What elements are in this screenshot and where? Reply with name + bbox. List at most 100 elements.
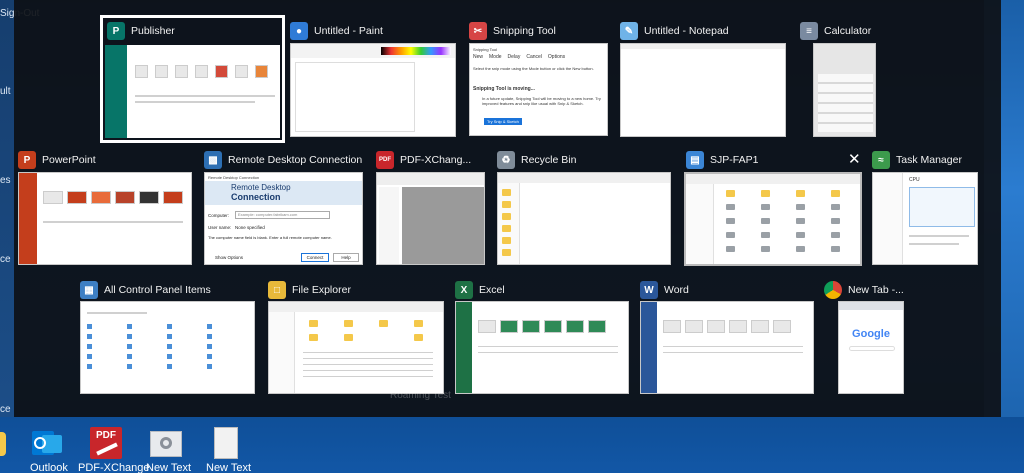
window-title-file-explorer: File Explorer <box>292 284 351 296</box>
snip-hint: Select the snip mode using the Mode butt… <box>473 66 594 71</box>
task-switcher-overlay: P Publisher ● Untitled - Paint ✂ Snippin… <box>14 0 1001 417</box>
snip-new: New <box>473 54 484 60</box>
window-publisher[interactable]: P Publisher <box>100 15 285 143</box>
notepad-icon: ✎ <box>620 22 638 40</box>
window-control-panel[interactable]: ▦ All Control Panel Items <box>78 276 263 401</box>
chrome-thumbnail: Google <box>838 301 904 394</box>
window-pdf-xchange[interactable]: PDF PDF-XChang... <box>376 146 496 271</box>
window-title-task-manager: Task Manager <box>896 154 962 166</box>
excel-thumbnail <box>455 301 629 394</box>
window-chrome-new-tab[interactable]: New Tab -... Google <box>824 276 944 401</box>
window-title-powerpoint: PowerPoint <box>42 154 96 166</box>
powerpoint-icon: P <box>18 151 36 169</box>
rdc-user-value: None specified <box>235 225 265 230</box>
new-text-label-2: New Text <box>206 462 252 473</box>
network-computer-icon: ▤ <box>686 151 704 169</box>
window-powerpoint[interactable]: P PowerPoint <box>18 146 198 271</box>
pdf-icon: PDF <box>376 151 394 169</box>
desktop-label-ce-2: ce <box>0 404 11 415</box>
task-manager-icon: ≈ <box>872 151 890 169</box>
pdf-xchange-label: PDF-XChange <box>78 462 150 473</box>
sjp-fap1-thumbnail <box>684 172 862 266</box>
snip-moving-title: Snipping Tool is moving... <box>473 86 535 92</box>
remote-desktop-icon: ▩ <box>204 151 222 169</box>
control-panel-icon: ▦ <box>80 281 98 299</box>
notepad-thumbnail <box>620 43 786 137</box>
window-task-manager[interactable]: ✕ ≈ Task Manager CPU <box>848 146 988 271</box>
window-title-recycle-bin: Recycle Bin <box>521 154 577 166</box>
outlook-label: Outlook <box>30 462 68 473</box>
window-title-notepad: Untitled - Notepad <box>644 25 729 37</box>
window-title-sjp-fap1: SJP-FAP1 <box>710 154 759 166</box>
rdc-show-options: Show Options <box>215 255 244 260</box>
window-title-pdf-xchange: PDF-XChang... <box>400 154 472 166</box>
rdc-help-button: Help <box>333 253 359 262</box>
paint-thumbnail <box>290 43 456 137</box>
pdf-xchange-thumbnail <box>376 172 485 265</box>
desktop-left-strip <box>0 0 14 420</box>
desktop-label-ult: ult <box>0 86 11 97</box>
rdc-heading1: Remote Desktop <box>231 183 291 192</box>
paint-icon: ● <box>290 22 308 40</box>
window-remote-desktop[interactable]: ▩ Remote Desktop Connection Remote Deskt… <box>204 146 374 271</box>
close-icon[interactable]: ✕ <box>848 152 861 167</box>
window-paint[interactable]: ● Untitled - Paint <box>290 15 460 140</box>
publisher-thumbnail <box>105 45 280 138</box>
window-title-chrome: New Tab -... <box>848 284 904 296</box>
powerpoint-thumbnail <box>18 172 192 265</box>
window-title-paint: Untitled - Paint <box>314 25 383 37</box>
chrome-icon <box>824 281 842 299</box>
rdc-computer-input: Example: computer.fabrikam.com <box>235 211 330 219</box>
rdc-heading2: Connection <box>231 192 281 202</box>
publisher-icon: P <box>107 22 125 40</box>
snip-toolbar: New Mode Delay Cancel Options <box>473 54 565 60</box>
window-notepad[interactable]: ✎ Untitled - Notepad <box>620 15 790 140</box>
outlook-icon[interactable] <box>28 427 64 461</box>
window-word[interactable]: W Word <box>640 276 820 401</box>
calculator-thumbnail <box>813 43 876 137</box>
window-sjp-fap1[interactable]: ▤ SJP-FAP1 <box>682 146 864 271</box>
partial-desktop-icon <box>0 432 6 456</box>
faint-desktop-label: Roaming Test <box>390 390 451 401</box>
window-title-control-panel: All Control Panel Items <box>104 284 211 296</box>
window-title-remote-desktop: Remote Desktop Connection <box>228 154 363 166</box>
snip-try-button: Try Snip & Sketch <box>484 118 522 125</box>
window-title-calculator: Calculator <box>824 25 872 37</box>
rdc-computer-label: Computer: <box>208 213 230 218</box>
window-excel[interactable]: X Excel <box>455 276 635 401</box>
window-recycle-bin[interactable]: ♻ Recycle Bin <box>497 146 677 271</box>
rdc-window-title: Remote Desktop Connection <box>208 175 260 180</box>
settings-doc-icon[interactable] <box>148 427 184 461</box>
window-title-publisher: Publisher <box>131 25 175 37</box>
window-title-excel: Excel <box>479 284 505 296</box>
file-explorer-thumbnail <box>268 301 444 394</box>
control-panel-thumbnail <box>80 301 255 394</box>
task-manager-thumbnail: CPU <box>872 172 978 265</box>
window-title-snipping-tool: Snipping Tool <box>493 25 556 37</box>
snip-window-title: Snipping Tool <box>473 47 497 52</box>
rdc-note: The computer name field is blank. Enter … <box>208 235 332 240</box>
pdf-xchange-icon[interactable]: PDF <box>88 427 124 461</box>
snip-mode: Mode <box>489 54 502 60</box>
desktop-label-ce: ce <box>0 254 11 265</box>
window-calculator[interactable]: ≡ Calculator <box>800 15 910 140</box>
window-title-word: Word <box>664 284 689 296</box>
file-explorer-icon: □ <box>268 281 286 299</box>
calculator-icon: ≡ <box>800 22 818 40</box>
desktop-label-es: es <box>0 175 11 186</box>
remote-desktop-thumbnail: Remote Desktop Connection Remote Desktop… <box>204 172 363 265</box>
recycle-bin-icon: ♻ <box>497 151 515 169</box>
snip-options: Options <box>547 54 566 60</box>
rdc-connect-button: Connect <box>301 253 329 262</box>
word-icon: W <box>640 281 658 299</box>
text-doc-icon[interactable] <box>208 427 244 461</box>
word-thumbnail <box>640 301 814 394</box>
recycle-bin-thumbnail <box>497 172 671 265</box>
tm-cpu-label: CPU <box>909 177 920 183</box>
rdc-user-label: User name: <box>208 225 232 230</box>
snipping-tool-thumbnail: Snipping Tool New Mode Delay Cancel Opti… <box>469 43 608 136</box>
window-file-explorer[interactable]: □ File Explorer <box>268 276 448 401</box>
window-snipping-tool[interactable]: ✂ Snipping Tool Snipping Tool New Mode D… <box>469 15 619 140</box>
chrome-google-logo: Google <box>852 328 890 340</box>
snip-cancel: Cancel <box>526 54 542 60</box>
